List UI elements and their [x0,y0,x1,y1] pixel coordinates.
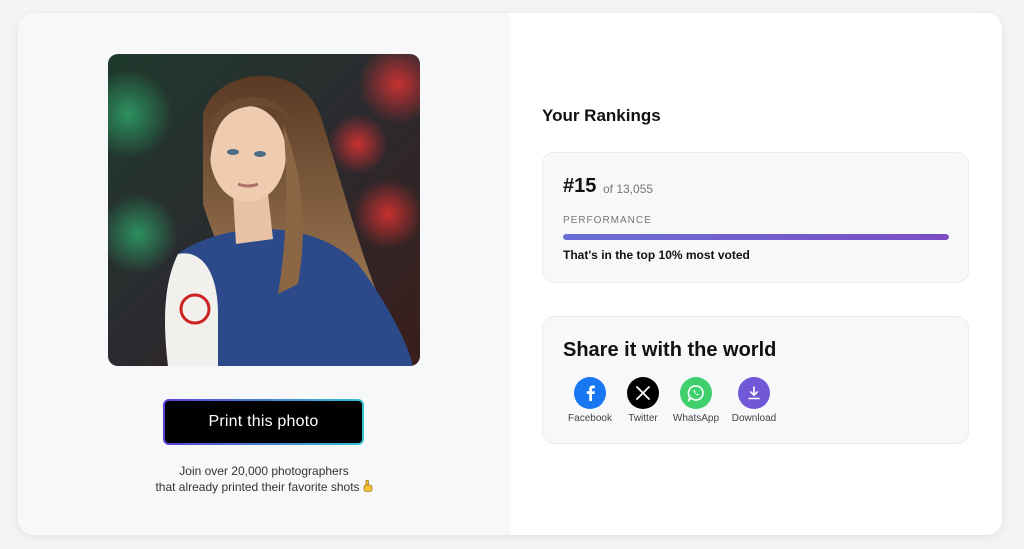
print-photo-button[interactable]: Print this photo [163,399,364,445]
ranking-card: #15 of 13,055 PERFORMANCE That's in the … [542,152,969,283]
share-facebook-label: Facebook [568,413,612,424]
performance-bar-fill [563,234,949,240]
facebook-icon [574,377,606,409]
pointing-hand-icon [363,480,372,492]
share-card: Share it with the world Facebook Twitter… [542,316,969,444]
join-line-1: Join over 20,000 photographers [179,464,349,478]
share-title: Share it with the world [563,339,777,361]
download-icon [738,377,770,409]
rank-total: of 13,055 [603,182,654,196]
share-twitter-label: Twitter [628,413,658,424]
performance-label: PERFORMANCE [563,215,652,226]
join-line-2-text: that already printed their favorite shot… [155,480,360,494]
share-whatsapp-label: WhatsApp [672,413,720,424]
share-twitter-button[interactable]: Twitter [613,377,673,424]
whatsapp-icon [680,377,712,409]
rankings-panel: Your Rankings #15 of 13,055 PERFORMANCE … [510,13,1002,535]
join-line-2: that already printed their favorite shot… [108,479,420,495]
share-download-label: Download [731,413,777,424]
performance-note: That's in the top 10% most voted [563,248,750,262]
x-icon [627,377,659,409]
join-message: Join over 20,000 photographers that alre… [108,463,420,495]
submitted-photo [108,54,420,366]
share-facebook-button[interactable]: Facebook [560,377,620,424]
share-download-button[interactable]: Download [724,377,784,424]
result-card: Print this photo Join over 20,000 photog… [18,13,1002,535]
share-whatsapp-button[interactable]: WhatsApp [666,377,726,424]
rankings-title: Your Rankings [542,106,661,125]
photo-panel: Print this photo Join over 20,000 photog… [18,13,510,535]
rank-number: #15 [563,175,597,197]
performance-bar [563,234,949,240]
